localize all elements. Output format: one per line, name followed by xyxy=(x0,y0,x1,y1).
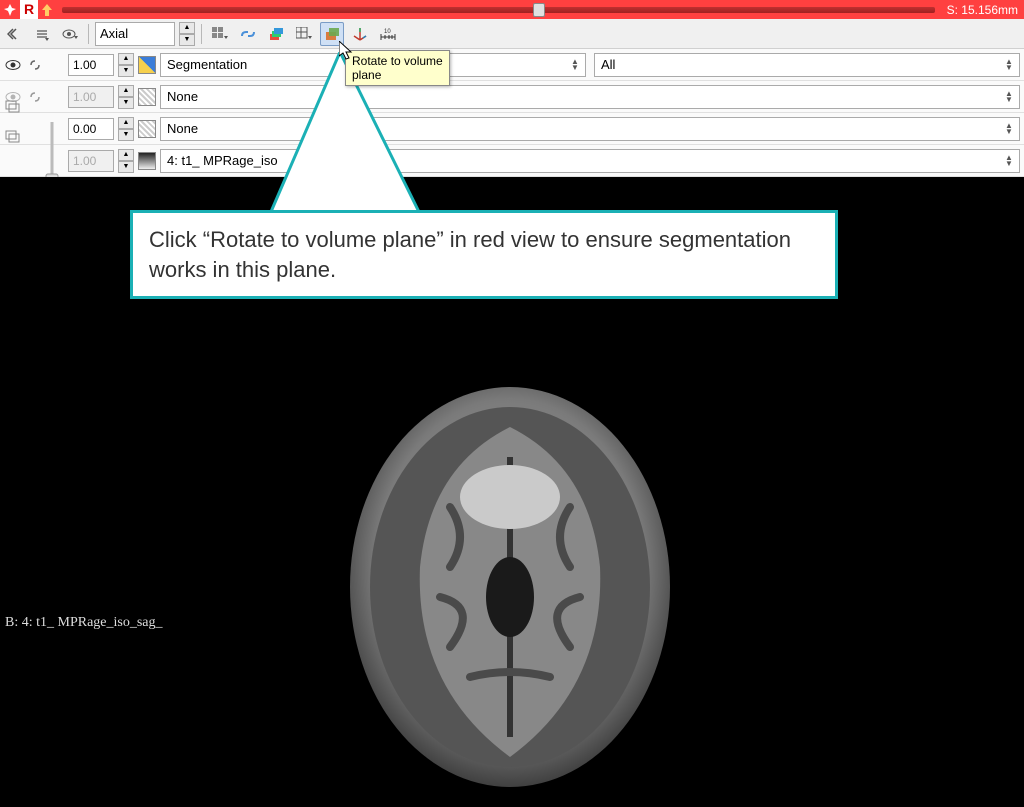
stack-icon-2[interactable] xyxy=(4,128,22,146)
collapse-button[interactable] xyxy=(2,22,26,46)
orientation-select[interactable]: Axial xyxy=(95,22,175,46)
anterior-icon[interactable] xyxy=(38,0,56,19)
layers-stack-icon[interactable] xyxy=(264,22,288,46)
toolbar-separator xyxy=(88,24,89,44)
pin-icon[interactable] xyxy=(0,0,20,19)
controls-panel: Axial ▲▼ 10 1.00 ▲▼ xyxy=(0,19,1024,177)
vol-opacity-input[interactable]: 1.00 xyxy=(68,150,114,172)
fg-layer-value: None xyxy=(167,89,198,104)
dropdown-menu-icon[interactable] xyxy=(30,22,54,46)
view-letter-label: R xyxy=(20,0,38,19)
label-lut-icon[interactable] xyxy=(138,56,156,74)
visibility-dropdown-icon[interactable] xyxy=(58,22,82,46)
background-layer-row: 0.00 ▲▼ None ▲▼ xyxy=(0,113,1024,145)
bg-lut-icon[interactable] xyxy=(138,120,156,138)
slice-position-label: S: 15.156mm xyxy=(941,3,1024,17)
label-layer-row: 1.00 ▲▼ Segmentation ▲▼ All ▲▼ xyxy=(0,49,1024,81)
opacity-spinner[interactable]: ▲▼ xyxy=(118,53,134,77)
opacity-spinner[interactable]: ▲▼ xyxy=(118,117,134,141)
label-secondary-select[interactable]: All ▲▼ xyxy=(594,53,1020,77)
ruler-spacing-icon[interactable]: 10 xyxy=(376,22,400,46)
fg-opacity-input[interactable]: 1.00 xyxy=(68,86,114,108)
chain-link-icon[interactable] xyxy=(26,56,44,74)
bg-layer-value: None xyxy=(167,121,198,136)
reformat-dropdown-icon[interactable] xyxy=(292,22,316,46)
layout-grid-icon[interactable] xyxy=(208,22,232,46)
link-views-icon[interactable] xyxy=(236,22,260,46)
slice-slider-track[interactable] xyxy=(62,7,935,13)
opacity-spinner[interactable]: ▲▼ xyxy=(118,85,134,109)
vol-layer-value: 4: t1_ MPRage_iso xyxy=(167,153,278,168)
orientation-spinner[interactable]: ▲▼ xyxy=(179,22,195,46)
volume-layer-row: 1.00 ▲▼ 4: t1_ MPRage_iso ▲▼ xyxy=(0,145,1024,177)
vol-lut-icon[interactable] xyxy=(138,152,156,170)
orientation-value: Axial xyxy=(100,26,128,41)
foreground-layer-row: 1.00 ▲▼ None ▲▼ xyxy=(0,81,1024,113)
fg-layer-select[interactable]: None ▲▼ xyxy=(160,85,1020,109)
eye-icon[interactable] xyxy=(4,56,22,74)
vol-layer-select[interactable]: 4: t1_ MPRage_iso ▲▼ xyxy=(160,149,1020,173)
axes-icon[interactable] xyxy=(348,22,372,46)
chain-link-icon[interactable] xyxy=(26,88,44,106)
toolbar-separator xyxy=(201,24,202,44)
brain-mri-image xyxy=(330,367,690,807)
bg-layer-select[interactable]: None ▲▼ xyxy=(160,117,1020,141)
callout-text: Click “Rotate to volume plane” in red vi… xyxy=(149,227,791,282)
slice-slider-bar: R S: 15.156mm xyxy=(0,0,1024,19)
slice-slider-thumb[interactable] xyxy=(533,3,545,17)
fg-lut-icon[interactable] xyxy=(138,88,156,106)
stack-icon[interactable] xyxy=(4,98,22,116)
instruction-callout: Click “Rotate to volume plane” in red vi… xyxy=(130,210,838,299)
svg-text:10: 10 xyxy=(384,29,391,35)
label-opacity-input[interactable]: 1.00 xyxy=(68,54,114,76)
bg-opacity-input[interactable]: 0.00 xyxy=(68,118,114,140)
rotate-to-volume-plane-button[interactable] xyxy=(320,22,344,46)
opacity-spinner[interactable]: ▲▼ xyxy=(118,149,134,173)
rotate-tooltip: Rotate to volume plane xyxy=(345,50,450,86)
side-icon-stack xyxy=(4,98,22,146)
label-layer-value: Segmentation xyxy=(167,57,247,72)
viewer-overlay-label: B: 4: t1_ MPRage_iso_sag_ xyxy=(5,615,163,631)
label-secondary-value: All xyxy=(601,57,615,72)
toolbar: Axial ▲▼ 10 xyxy=(0,19,1024,49)
